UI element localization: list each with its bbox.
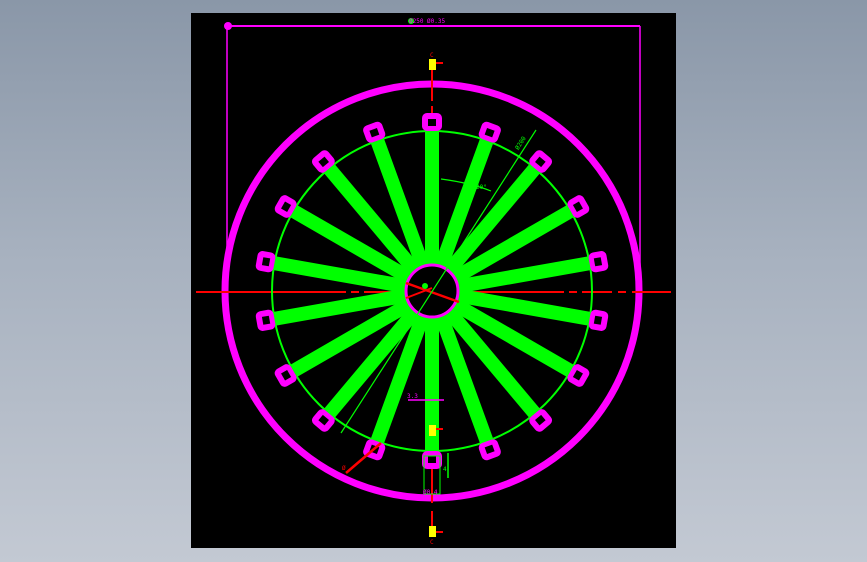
section-label-top: C: [430, 52, 434, 59]
angle-dim-label: 20°: [476, 184, 487, 191]
pad: [588, 251, 609, 273]
section-label-bottom: C: [430, 539, 434, 546]
section-marker-bottom[interactable]: [429, 526, 436, 537]
pad-hole: [428, 456, 436, 463]
diag-dim-label: Ø200: [514, 135, 528, 151]
pad-hole: [261, 257, 271, 267]
pad-hole: [261, 315, 271, 325]
dim-endpoint: [224, 22, 232, 30]
section-marker-top[interactable]: [429, 59, 436, 70]
hub-dim-label: 3.3: [407, 393, 418, 400]
pad-hole: [428, 119, 436, 126]
hub-center-point: [422, 283, 428, 289]
pad: [422, 113, 442, 131]
pad-hole: [593, 257, 603, 267]
pad: [255, 251, 276, 273]
pad: [588, 309, 609, 331]
pad-hole: [593, 315, 603, 325]
pad: [255, 309, 276, 331]
section-label-middle: D: [430, 419, 434, 426]
dim-top-label: Ø250 Ø0.35: [409, 18, 446, 25]
spoke: [425, 127, 439, 273]
cad-viewport[interactable]: Ø250 Ø0.35 Ø200 20° 3.3 Ø 4 Ø0.4 C D C: [191, 13, 676, 548]
section-marker-middle[interactable]: [429, 425, 436, 436]
bottom-small-label: 4: [443, 466, 447, 473]
leader-label: Ø: [342, 465, 346, 472]
cad-drawing: Ø250 Ø0.35 Ø200 20° 3.3 Ø 4 Ø0.4 C D C: [196, 18, 671, 546]
pad: [422, 451, 442, 469]
bottom-width-label: Ø0.4: [423, 489, 438, 496]
